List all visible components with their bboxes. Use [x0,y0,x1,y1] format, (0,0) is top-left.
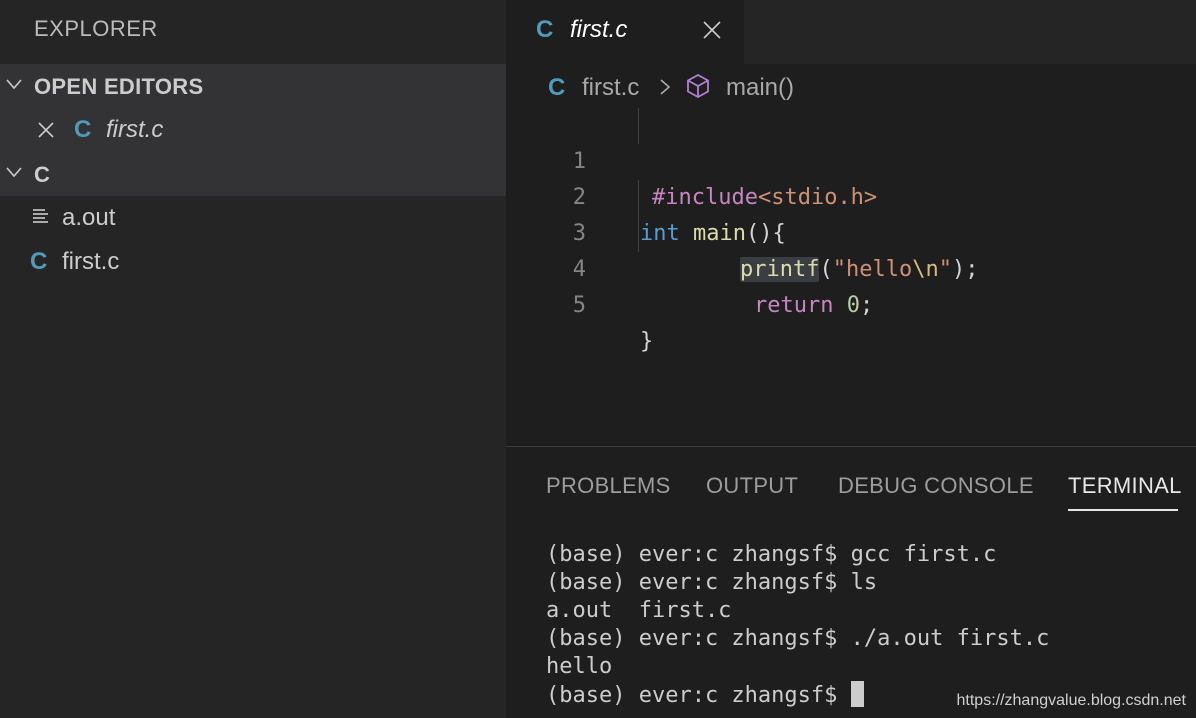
explorer-sidebar: EXPLORER OPEN EDITORS C first.c C a.out … [0,0,506,718]
file-name: first.c [62,248,120,275]
file-item-a-out[interactable]: a.out [0,196,506,240]
c-file-icon: C [548,74,566,101]
bottom-panel: PROBLEMS OUTPUT DEBUG CONSOLE TERMINAL (… [506,446,1196,718]
code-line: 4 return 0; [506,216,1196,318]
terminal-line: a.out first.c [546,598,732,623]
text-file-icon [33,209,48,223]
code-editor[interactable]: 1 #include<stdio.h> 2 int main(){ 3 prin… [506,108,1196,446]
method-cube-icon [687,73,709,99]
folder-label: C [34,162,51,187]
tab-terminal[interactable]: TERMINAL [1068,473,1182,499]
tab-output[interactable]: OUTPUT [706,473,798,499]
tab-debug-console[interactable]: DEBUG CONSOLE [838,473,1034,499]
token: } [640,329,654,354]
c-file-icon: C [30,248,48,275]
terminal-prompt: (base) ever:c zhangsf$ [546,683,851,708]
tab-first-c[interactable]: C first.c [506,0,744,64]
token: return [754,293,834,318]
token: 0 [846,293,860,318]
code-line: 5 } [506,252,1196,354]
code-line: 3 printf("hello\n"); [506,180,1196,282]
breadcrumb: C first.c main() [506,64,1196,108]
editor-tab-bar: C first.c [506,0,1196,64]
token: ; [859,293,874,318]
terminal-line: (base) ever:c zhangsf$ gcc first.c [546,542,997,567]
open-editors-section-header[interactable]: OPEN EDITORS [0,64,506,108]
watermark: https://zhangvalue.blog.csdn.net [956,692,1187,709]
terminal-cursor [850,681,864,707]
terminal-output[interactable]: (base) ever:c zhangsf$ gcc first.c (base)… [546,541,1049,710]
chevron-down-icon [6,167,22,178]
terminal-line: (base) ever:c zhangsf$ ./a.out first.c [546,626,1050,651]
file-item-first-c[interactable]: C first.c [0,240,506,284]
code-line: 2 int main(){ [506,144,1196,246]
c-file-icon: C [74,116,92,143]
code-line: 1 #include<stdio.h> [506,108,1196,210]
file-name: a.out [62,204,116,231]
tab-problems[interactable]: PROBLEMS [546,473,671,499]
close-icon[interactable] [36,120,56,140]
chevron-down-icon [6,79,22,90]
line-number: 5 [572,293,586,318]
terminal-line: hello [546,654,613,679]
chevron-right-icon [660,79,671,95]
open-editor-item-first-c[interactable]: C first.c [0,108,506,152]
explorer-title: EXPLORER [34,16,158,41]
active-tab-indicator [1068,509,1178,511]
open-editor-filename: first.c [106,116,164,143]
folder-c-header[interactable]: C [0,152,506,196]
close-icon[interactable] [702,20,722,40]
tab-label: first.c [570,16,628,43]
breadcrumb-file[interactable]: first.c [582,74,639,102]
open-editors-label: OPEN EDITORS [34,74,204,99]
c-file-icon: C [536,16,554,43]
terminal-line: (base) ever:c zhangsf$ ls [546,570,878,595]
breadcrumb-symbol[interactable]: main() [726,74,794,102]
